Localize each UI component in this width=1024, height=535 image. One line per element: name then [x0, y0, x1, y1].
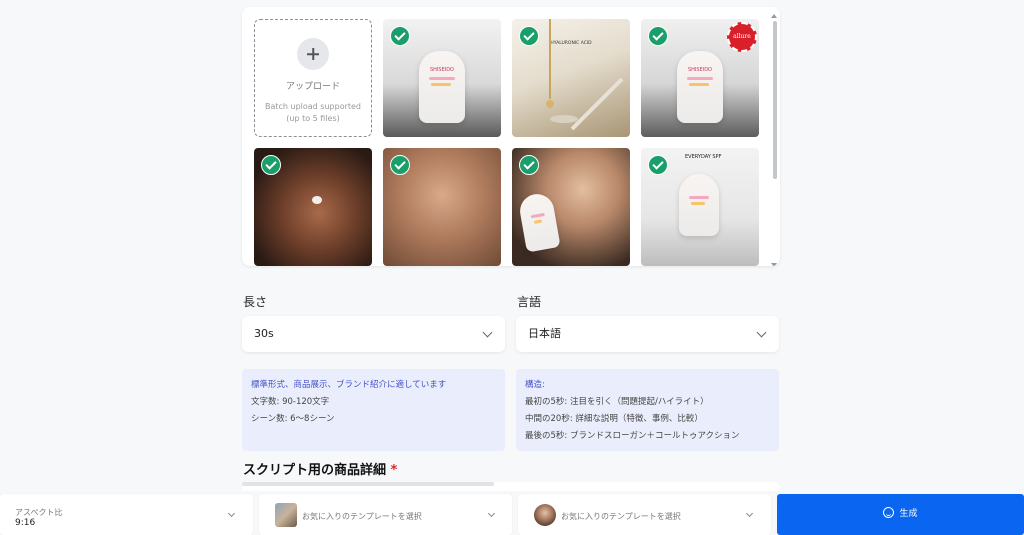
generate-button[interactable]: 生成: [777, 494, 1024, 535]
avatar: [534, 504, 556, 526]
template-select-2[interactable]: お気に入りのテンプレートを選択: [518, 494, 771, 535]
template-placeholder: お気に入りのテンプレートを選択: [302, 512, 422, 521]
required-mark: *: [390, 463, 398, 478]
bottle-image: [679, 174, 719, 236]
structure-last: 最後の5秒: ブランドスローガン＋コールトゥアクション: [525, 431, 740, 441]
plus-icon[interactable]: [297, 38, 329, 70]
bottle-image: SHISEIDO: [677, 51, 723, 123]
upload-hint: Batch upload supported (up to 5 files): [264, 102, 362, 123]
template-select-1[interactable]: お気に入りのテンプレートを選択: [259, 494, 512, 535]
thumbnail-dropper-serum[interactable]: HYALURONIC ACID: [512, 19, 630, 137]
image-upload-panel: アップロード Batch upload supported (up to 5 f…: [242, 7, 780, 266]
length-select[interactable]: 30s: [242, 316, 505, 352]
smile-icon: [883, 507, 895, 518]
structure-heading: 構造:: [525, 380, 545, 390]
character-count: 文字数: 90-120文字: [251, 397, 330, 407]
allure-badge-icon: allure: [727, 22, 757, 52]
thumbnail-sunscreen-allure[interactable]: SHISEIDO allure: [641, 19, 759, 137]
length-label: 長さ: [243, 295, 268, 309]
check-icon[interactable]: [261, 155, 281, 175]
bottle-image: SHISEIDO: [419, 51, 465, 123]
generate-label: 生成: [899, 509, 918, 519]
template-thumbnail: [275, 503, 297, 527]
check-icon[interactable]: [519, 26, 539, 46]
upload-label: アップロード: [285, 82, 340, 92]
check-icon[interactable]: [390, 26, 410, 46]
format-description: 標準形式、商品展示、ブランド紹介に適しています: [251, 380, 447, 390]
length-value: 30s: [254, 327, 274, 340]
chevron-down-icon: [482, 327, 493, 338]
check-icon[interactable]: [648, 26, 668, 46]
scene-count: シーン数: 6〜8シーン: [251, 414, 335, 424]
chevron-down-icon: [487, 509, 496, 518]
chevron-down-icon: [227, 509, 236, 518]
product-details-title: スクリプト用の商品詳細 *: [243, 463, 398, 478]
check-icon[interactable]: [648, 155, 668, 175]
aspect-ratio-value: 9:16: [15, 518, 36, 528]
scroll-up-arrow-icon[interactable]: [771, 14, 777, 18]
aspect-ratio-select[interactable]: アスペクト比 9:16: [0, 494, 253, 535]
language-value: 日本語: [528, 327, 561, 340]
check-icon[interactable]: [390, 155, 410, 175]
structure-middle: 中間の20秒: 詳細な説明（特徴、事例、比較）: [525, 414, 703, 424]
bottom-bar: アスペクト比 9:16 お気に入りのテンプレートを選択 お気に入りのテンプレート…: [0, 491, 1024, 535]
chevron-down-icon: [745, 509, 754, 518]
template-placeholder: お気に入りのテンプレートを選択: [561, 512, 681, 521]
thumbnail-woman-holding-bottle[interactable]: [512, 148, 630, 266]
language-select[interactable]: 日本語: [516, 316, 779, 352]
chevron-down-icon: [756, 327, 767, 338]
aspect-ratio-label: アスペクト比: [15, 508, 63, 517]
check-icon[interactable]: [519, 155, 539, 175]
thumbnail-woman-applying-cream[interactable]: [254, 148, 372, 266]
scrollbar-thumb[interactable]: [773, 21, 777, 179]
thumbnail-everyday-spf[interactable]: EVERYDAY SPF: [641, 148, 759, 266]
thumbnail-sunscreen-bottle[interactable]: SHISEIDO: [383, 19, 501, 137]
upload-dropzone[interactable]: アップロード Batch upload supported (up to 5 f…: [254, 19, 372, 137]
structure-first: 最初の5秒: 注目を引く（問題提起/ハイライト）: [525, 397, 709, 407]
bottle-image: [517, 191, 561, 253]
scroll-down-arrow-icon[interactable]: [771, 263, 777, 266]
thumbnail-man-touching-face[interactable]: [383, 148, 501, 266]
cream-dot: [312, 196, 322, 204]
structure-info-card: 構造: 最初の5秒: 注目を引く（問題提起/ハイライト） 中間の20秒: 詳細な…: [516, 369, 779, 451]
language-label: 言語: [517, 295, 542, 309]
spf-caption: EVERYDAY SPF: [685, 154, 722, 160]
length-info-card: 標準形式、商品展示、ブランド紹介に適しています 文字数: 90-120文字 シー…: [242, 369, 505, 451]
